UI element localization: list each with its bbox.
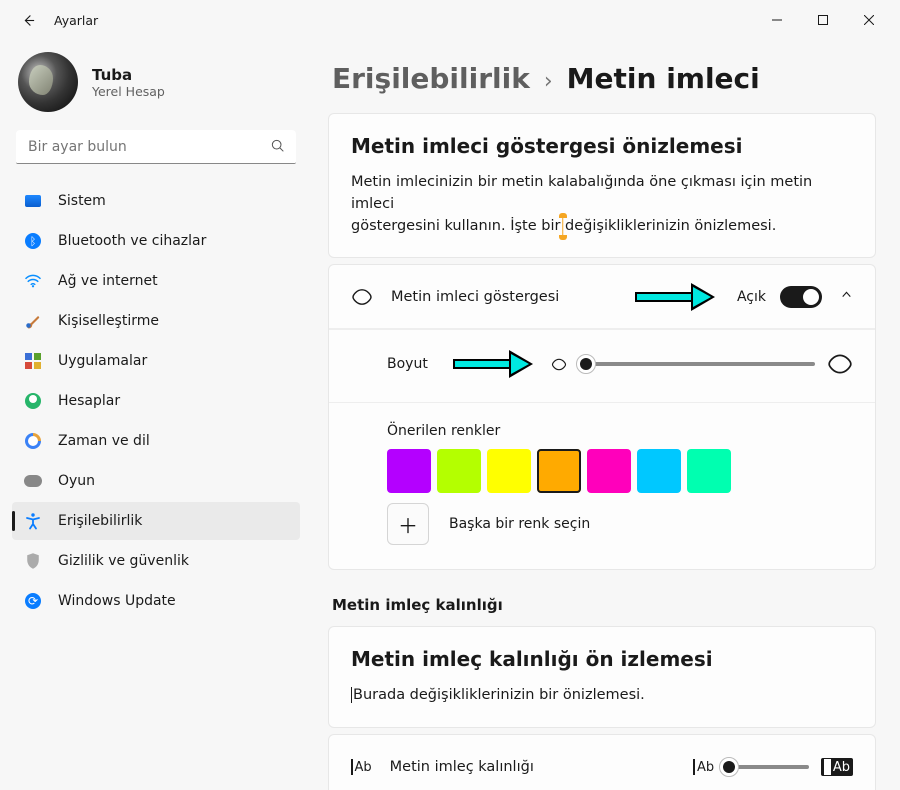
slider-thumb[interactable] — [576, 354, 596, 374]
content: Erişilebilirlik › Metin imleci Metin iml… — [312, 40, 900, 790]
titlebar: Ayarlar — [0, 0, 900, 40]
monitor-icon — [24, 192, 42, 210]
arrow-left-icon — [21, 13, 36, 28]
apps-icon — [24, 352, 42, 370]
sidebar: Tuba Yerel Hesap Sistem ᛒ Bluetooth ve ci… — [0, 40, 312, 790]
color-swatch[interactable] — [437, 449, 481, 493]
color-swatch[interactable] — [587, 449, 631, 493]
text-cursor-preview-icon — [560, 216, 565, 238]
color-swatch[interactable] — [387, 449, 431, 493]
color-swatch[interactable] — [637, 449, 681, 493]
user-icon — [24, 392, 42, 410]
indicator-large-icon — [827, 353, 853, 375]
sidebar-item-apps[interactable]: Uygulamalar — [12, 342, 300, 380]
indicator-settings-card: Metin imleci göstergesi Açık Boyut — [328, 264, 876, 570]
chevron-right-icon: › — [544, 69, 553, 94]
search-input[interactable] — [16, 130, 296, 164]
user-block[interactable]: Tuba Yerel Hesap — [12, 40, 300, 130]
accessibility-icon — [24, 512, 42, 530]
window-title: Ayarlar — [54, 13, 98, 28]
thickness-thin-icon: Ab — [351, 759, 372, 775]
close-button[interactable] — [846, 4, 892, 36]
nav-list: Sistem ᛒ Bluetooth ve cihazlar Ağ ve inte… — [12, 182, 300, 620]
thickness-section-title: Metin imleç kalınlığı — [332, 596, 876, 614]
thickness-row-card: Ab Metin imleç kalınlığı Ab Ab — [328, 734, 876, 790]
preview-desc: Metin imlecinizin bir metin kalabalığınd… — [351, 172, 853, 237]
indicator-toggle[interactable] — [780, 286, 822, 308]
sidebar-item-label: Erişilebilirlik — [58, 513, 142, 529]
search-box[interactable] — [16, 130, 296, 164]
avatar — [18, 52, 78, 112]
breadcrumb-parent[interactable]: Erişilebilirlik — [332, 62, 530, 95]
bluetooth-icon: ᛒ — [24, 232, 42, 250]
color-swatch[interactable] — [687, 449, 731, 493]
color-swatch[interactable] — [487, 449, 531, 493]
sidebar-item-label: Ağ ve internet — [58, 273, 158, 289]
sidebar-item-label: Kişiselleştirme — [58, 313, 159, 329]
thickness-preview-card: Metin imleç kalınlığı ön izlemesi Burada… — [328, 626, 876, 728]
user-name: Tuba — [92, 66, 165, 84]
sidebar-item-label: Oyun — [58, 473, 95, 489]
sidebar-item-label: Windows Update — [58, 593, 176, 609]
annotation-arrow-icon — [453, 350, 533, 378]
page-title: Metin imleci — [567, 62, 760, 95]
sidebar-item-label: Gizlilik ve güvenlik — [58, 553, 189, 569]
update-icon: ⟳ — [24, 592, 42, 610]
back-button[interactable] — [14, 6, 42, 34]
sidebar-item-time[interactable]: Zaman ve dil — [12, 422, 300, 460]
search-icon — [270, 138, 286, 158]
indicator-preview-card: Metin imleci göstergesi önizlemesi Metin… — [328, 113, 876, 258]
thickness-preview-text: Burada değişikliklerinizin bir önizlemes… — [351, 685, 853, 707]
add-color-button[interactable]: ＋ — [387, 503, 429, 545]
sidebar-item-network[interactable]: Ağ ve internet — [12, 262, 300, 300]
sidebar-item-privacy[interactable]: Gizlilik ve güvenlik — [12, 542, 300, 580]
pick-color-label: Başka bir renk seçin — [449, 516, 590, 532]
sidebar-item-system[interactable]: Sistem — [12, 182, 300, 220]
color-swatch[interactable] — [537, 449, 581, 493]
thickness-row[interactable]: Ab Metin imleç kalınlığı Ab Ab — [329, 735, 875, 790]
sidebar-item-label: Sistem — [58, 193, 106, 209]
sidebar-item-accounts[interactable]: Hesaplar — [12, 382, 300, 420]
thickness-max-icon: Ab — [821, 758, 853, 776]
sidebar-item-gaming[interactable]: Oyun — [12, 462, 300, 500]
indicator-size-row: Boyut — [329, 329, 875, 402]
slider-thumb[interactable] — [719, 757, 739, 777]
size-slider[interactable] — [579, 362, 815, 366]
thickness-slider[interactable] — [726, 765, 809, 769]
sidebar-item-label: Zaman ve dil — [58, 433, 150, 449]
preview-title: Metin imleci göstergesi önizlemesi — [351, 134, 853, 158]
shield-icon — [24, 552, 42, 570]
gamepad-icon — [24, 472, 42, 490]
sidebar-item-bluetooth[interactable]: ᛒ Bluetooth ve cihazlar — [12, 222, 300, 260]
indicator-label: Metin imleci göstergesi — [391, 289, 559, 305]
toggle-state: Açık — [737, 289, 766, 305]
thickness-preview-title: Metin imleç kalınlığı ön izlemesi — [351, 647, 853, 671]
plus-icon: ＋ — [398, 510, 418, 539]
clock-icon — [24, 432, 42, 450]
breadcrumb: Erişilebilirlik › Metin imleci — [328, 54, 876, 113]
sidebar-item-label: Bluetooth ve cihazlar — [58, 233, 206, 249]
brush-icon — [24, 312, 42, 330]
chevron-up-icon[interactable] — [840, 288, 853, 305]
wifi-icon — [24, 272, 42, 290]
indicator-colors-section: Önerilen renkler ＋ Başka bir renk seçin — [329, 402, 875, 569]
sidebar-item-label: Hesaplar — [58, 393, 120, 409]
size-label: Boyut — [387, 356, 435, 372]
sidebar-item-accessibility[interactable]: Erişilebilirlik — [12, 502, 300, 540]
colors-label: Önerilen renkler — [387, 423, 853, 439]
thickness-min-icon: Ab — [693, 759, 714, 775]
sidebar-item-label: Uygulamalar — [58, 353, 147, 369]
indicator-small-icon — [551, 358, 567, 371]
sidebar-item-personalize[interactable]: Kişiselleştirme — [12, 302, 300, 340]
minimize-button[interactable] — [754, 4, 800, 36]
indicator-icon — [351, 288, 373, 306]
thickness-label: Metin imleç kalınlığı — [390, 759, 534, 775]
user-subtitle: Yerel Hesap — [92, 84, 165, 99]
annotation-arrow-icon — [635, 283, 715, 311]
sidebar-item-update[interactable]: ⟳ Windows Update — [12, 582, 300, 620]
maximize-button[interactable] — [800, 4, 846, 36]
indicator-toggle-row[interactable]: Metin imleci göstergesi Açık — [329, 265, 875, 329]
